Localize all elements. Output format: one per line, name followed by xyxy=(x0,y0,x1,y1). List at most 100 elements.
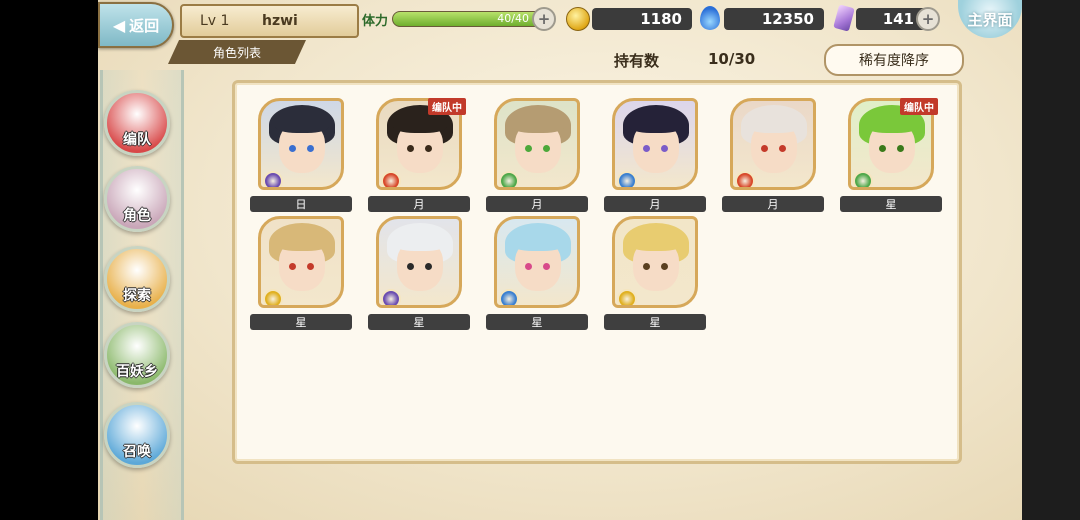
character-bangs xyxy=(393,117,447,133)
character-bangs xyxy=(393,235,447,251)
character-card[interactable]: 星 xyxy=(250,216,354,334)
nav-button-2[interactable]: 探索 xyxy=(104,246,170,312)
character-bangs xyxy=(511,235,565,251)
character-card[interactable]: 星 xyxy=(486,216,590,334)
element-icon xyxy=(381,289,401,305)
character-card[interactable]: 编队中星 xyxy=(840,98,944,216)
element-icon xyxy=(381,171,401,187)
element-icon xyxy=(853,171,873,187)
character-eye xyxy=(307,145,314,152)
nav-button-label: 百妖乡 xyxy=(116,364,158,380)
character-card[interactable]: 月 xyxy=(486,98,590,216)
character-tag: 月 xyxy=(368,196,470,212)
character-tag: 星 xyxy=(368,314,470,330)
character-bangs xyxy=(275,235,329,251)
section-tab: 角色列表 xyxy=(168,40,306,64)
character-tag: 星 xyxy=(250,314,352,330)
in-team-badge: 编队中 xyxy=(900,98,938,115)
character-card[interactable]: 月 xyxy=(722,98,826,216)
nav-button-label: 角色 xyxy=(123,208,151,224)
element-icon xyxy=(263,171,283,187)
character-portrait xyxy=(612,98,698,190)
nav-button-label: 召唤 xyxy=(123,444,151,460)
character-tag: 星 xyxy=(604,314,706,330)
nav-button-3[interactable]: 百妖乡 xyxy=(104,322,170,388)
screen-margin-right xyxy=(1022,0,1080,520)
character-eye xyxy=(289,263,296,270)
character-tag: 星 xyxy=(486,314,588,330)
character-bangs xyxy=(511,117,565,133)
nav-button-4[interactable]: 召唤 xyxy=(104,402,170,468)
element-icon xyxy=(735,171,755,187)
character-portrait xyxy=(376,216,462,308)
character-card[interactable]: 星 xyxy=(368,216,472,334)
element-icon xyxy=(263,289,283,305)
character-eye xyxy=(897,145,904,152)
stamina-plus-icon[interactable]: + xyxy=(532,7,556,31)
nav-button-label: 探索 xyxy=(123,288,151,304)
element-icon xyxy=(499,289,519,305)
character-tag: 月 xyxy=(486,196,588,212)
character-tag: 日 xyxy=(250,196,352,212)
soul-amount: 12350 xyxy=(724,8,824,30)
character-portrait xyxy=(494,216,580,308)
character-portrait xyxy=(258,216,344,308)
element-icon xyxy=(499,171,519,187)
player-name: hzwi xyxy=(262,13,298,29)
in-team-badge: 编队中 xyxy=(428,98,466,115)
character-eye xyxy=(879,145,886,152)
character-tag: 月 xyxy=(722,196,824,212)
stamina-label: 体力 xyxy=(362,13,389,29)
element-icon xyxy=(617,171,637,187)
character-bangs xyxy=(629,117,683,133)
character-portrait xyxy=(258,98,344,190)
character-eye xyxy=(307,263,314,270)
player-level: Lv 1 xyxy=(200,13,230,29)
gold-coin-icon xyxy=(566,7,590,31)
stamina-value: 40/40 xyxy=(497,12,529,25)
character-eye xyxy=(425,145,432,152)
character-eye xyxy=(525,263,532,270)
character-bangs xyxy=(629,235,683,251)
character-eye xyxy=(661,263,668,270)
back-button[interactable]: ◀ 返回 xyxy=(98,2,174,48)
character-card[interactable]: 星 xyxy=(604,216,708,334)
character-card[interactable]: 编队中月 xyxy=(368,98,472,216)
stamina-bar: 40/40 xyxy=(392,11,544,27)
character-portrait xyxy=(612,216,698,308)
character-card[interactable]: 月 xyxy=(604,98,708,216)
character-eye xyxy=(525,145,532,152)
held-label: 持有数 xyxy=(614,52,660,70)
screen-margin-left xyxy=(0,0,98,520)
character-portrait xyxy=(494,98,580,190)
character-eye xyxy=(543,263,550,270)
character-card[interactable]: 日 xyxy=(250,98,354,216)
character-tag: 星 xyxy=(840,196,942,212)
gold-amount: 1180 xyxy=(592,8,692,30)
character-portrait xyxy=(730,98,816,190)
character-tag: 月 xyxy=(604,196,706,212)
nav-button-0[interactable]: 编队 xyxy=(104,90,170,156)
character-eye xyxy=(761,145,768,152)
crystal-plus-icon[interactable]: + xyxy=(916,7,940,31)
character-eye xyxy=(407,145,414,152)
back-button-label: 返回 xyxy=(129,16,160,35)
player-info-plate: Lv 1 hzwi xyxy=(180,4,359,38)
held-count: 10/30 xyxy=(708,50,756,68)
character-bangs xyxy=(747,117,801,133)
character-bangs xyxy=(865,117,919,133)
character-eye xyxy=(779,145,786,152)
soul-flame-icon xyxy=(700,6,720,30)
element-icon xyxy=(617,289,637,305)
character-bangs xyxy=(275,117,329,133)
character-eye xyxy=(289,145,296,152)
character-eye xyxy=(643,263,650,270)
nav-button-label: 编队 xyxy=(123,132,151,148)
character-eye xyxy=(425,263,432,270)
sort-button[interactable]: 稀有度降序 xyxy=(824,44,964,76)
character-eye xyxy=(407,263,414,270)
character-eye xyxy=(543,145,550,152)
stamina-meter: 体力 40/40 xyxy=(362,8,552,30)
nav-button-1[interactable]: 角色 xyxy=(104,166,170,232)
character-eye xyxy=(643,145,650,152)
